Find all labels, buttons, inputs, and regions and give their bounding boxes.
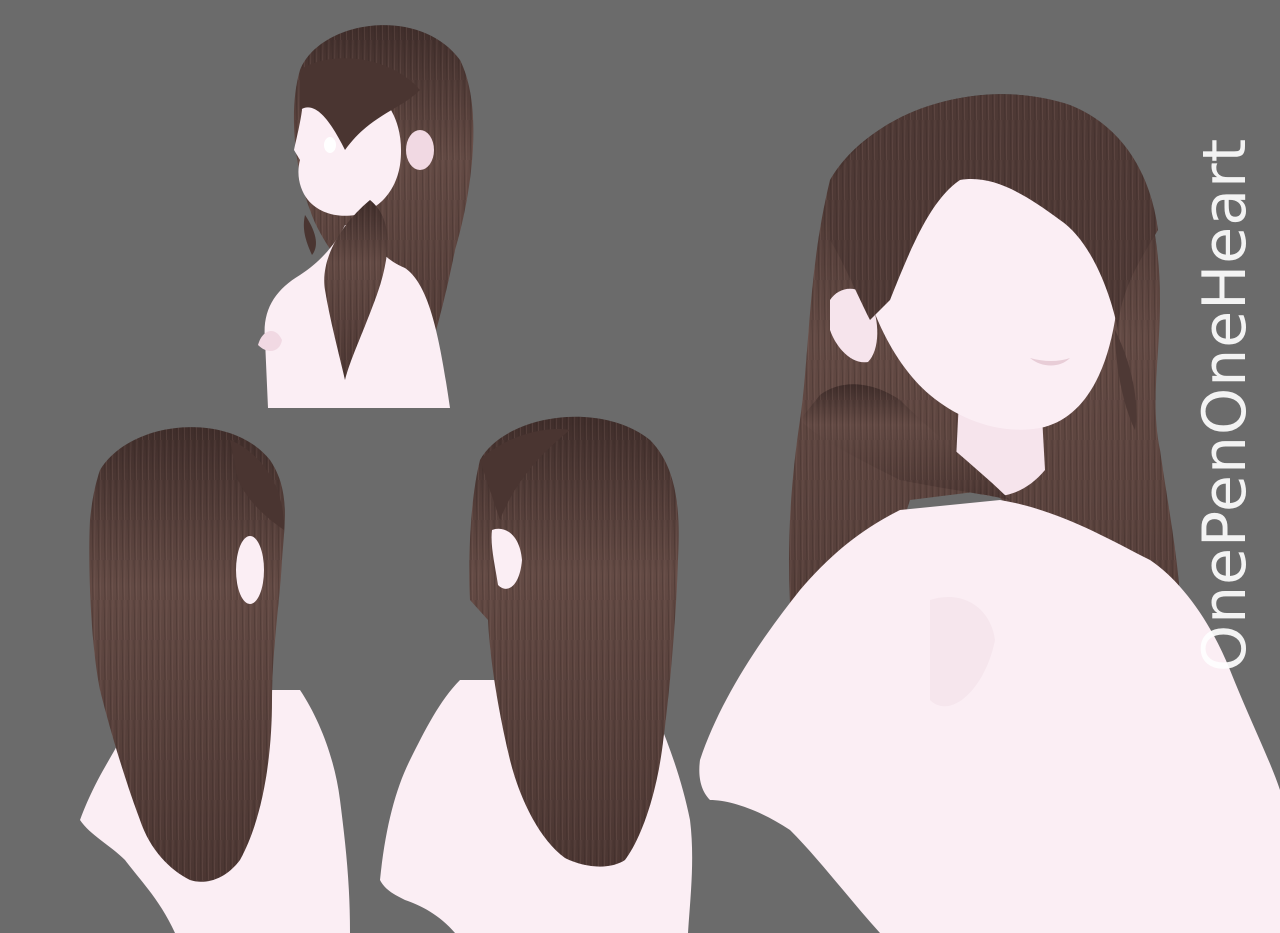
watermark: OnePenOneHeart bbox=[1180, 60, 1270, 750]
hair-back-three-quarter-view bbox=[380, 416, 693, 933]
illustration-canvas bbox=[80, 25, 1280, 933]
watermark-text: OnePenOneHeart bbox=[1190, 137, 1260, 673]
hair-model-sheet: OnePenOneHeart bbox=[0, 0, 1280, 933]
hair-side-view bbox=[258, 25, 474, 409]
hair-back-view bbox=[80, 427, 350, 933]
